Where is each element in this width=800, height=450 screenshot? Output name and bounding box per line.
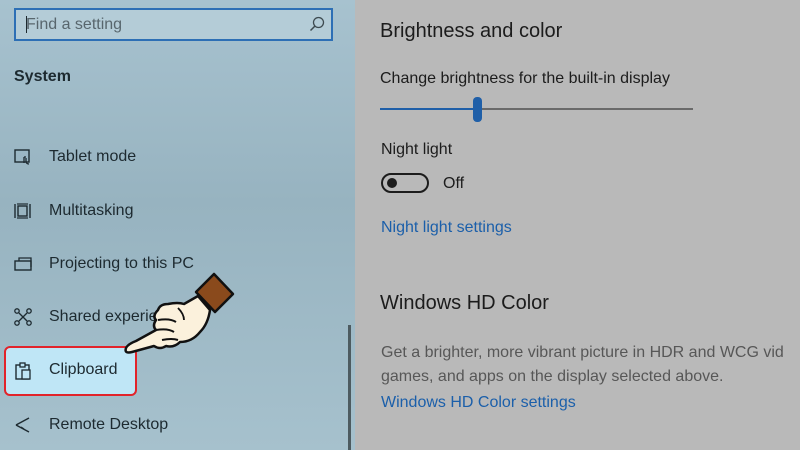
sidebar-scrollbar[interactable]	[348, 325, 351, 450]
settings-sidebar: System Tablet mode Multitasking	[0, 0, 355, 450]
sidebar-item-tablet-mode[interactable]: Tablet mode	[0, 138, 340, 176]
night-light-label: Night light	[381, 141, 453, 158]
sidebar-item-multitasking[interactable]: Multitasking	[0, 192, 340, 230]
sidebar-item-label: Multitasking	[49, 202, 134, 219]
sidebar-item-label: Tablet mode	[49, 148, 137, 165]
hdr-description: Get a brighter, more vibrant picture in …	[381, 341, 800, 389]
search-box[interactable]	[14, 8, 333, 41]
settings-main-pane: Brightness and color Change brightness f…	[355, 0, 800, 450]
shared-experiences-icon	[12, 306, 34, 328]
brightness-label: Change brightness for the built-in displ…	[380, 70, 670, 87]
night-light-state: Off	[443, 175, 465, 192]
clipboard-icon	[12, 360, 34, 382]
brightness-slider-fill	[380, 108, 477, 110]
brightness-heading: Brightness and color	[380, 20, 563, 42]
search-icon[interactable]	[308, 15, 326, 33]
night-light-settings-link[interactable]: Night light settings	[381, 219, 512, 237]
sidebar-item-label: Clipboard	[49, 361, 118, 378]
brightness-slider-thumb[interactable]	[473, 97, 482, 122]
tablet-mode-icon	[12, 146, 34, 168]
sidebar-item-label: Remote Desktop	[49, 416, 169, 433]
section-title: System	[14, 68, 71, 85]
multitasking-icon	[12, 200, 34, 222]
remote-desktop-icon	[12, 414, 34, 436]
hdr-settings-link[interactable]: Windows HD Color settings	[381, 394, 576, 412]
hdr-heading: Windows HD Color	[380, 292, 549, 314]
text-caret	[26, 16, 27, 33]
hdr-description-line: games, and apps on the display selected …	[381, 368, 724, 385]
toggle-knob	[387, 178, 397, 188]
sidebar-item-remote-desktop[interactable]: Remote Desktop	[0, 406, 340, 444]
night-light-toggle[interactable]	[381, 173, 429, 193]
projecting-icon	[12, 253, 34, 275]
search-input[interactable]	[16, 10, 296, 39]
pointing-hand-icon	[124, 272, 235, 354]
brightness-slider[interactable]	[380, 108, 693, 110]
hdr-description-line: Get a brighter, more vibrant picture in …	[381, 344, 784, 361]
